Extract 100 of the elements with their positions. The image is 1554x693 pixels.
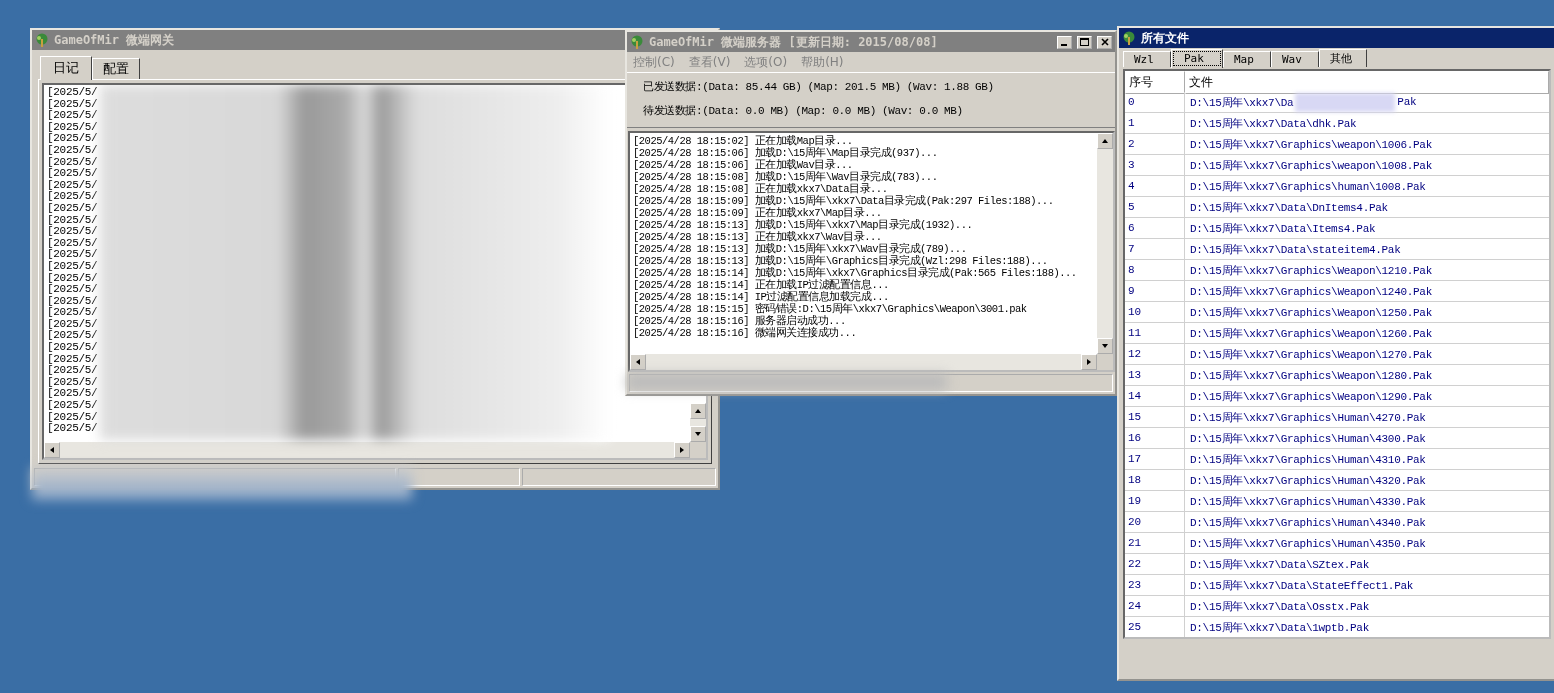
tab[interactable]: Map [1223, 51, 1271, 67]
tab[interactable]: Wav [1271, 51, 1319, 67]
table-cell: 12 [1125, 344, 1185, 364]
file-path: D:\15周年\xkx7\Graphics\Weapon\1240.Pak [1190, 284, 1432, 299]
log-line: [2025/4/28 18:15:13] 加载D:\15周年\xkx7\Map目录完成(1932)... [633, 219, 973, 231]
app-icon [630, 34, 644, 50]
file-path: D:\15周年\xkx7\Data\Items4.Pak [1190, 221, 1376, 236]
table-cell: 19 [1125, 491, 1185, 511]
log-line: [2025/4/28 18:15:13] 正在加载xkx7\Wav目录... [633, 231, 882, 243]
file-path: D:\15周年\xkx7\Graphics\Weapon\1250.Pak [1190, 305, 1432, 320]
file-path: D:\15周年\xkx7\Graphics\Weapon\1270.Pak [1190, 347, 1432, 362]
file-row[interactable]: 8 D:\15周年\xkx7\Graphics\Weapon\1210.Pak [1125, 260, 1549, 281]
file-row[interactable]: 13 D:\15周年\xkx7\Graphics\Weapon\1280.Pak [1125, 365, 1549, 386]
horizontal-scrollbar[interactable] [44, 442, 690, 458]
log-line: [2025/4/28 18:15:13] 加载D:\15周年\Graphics目录完成(Wzl:298 Files:188)... [633, 255, 1048, 267]
file-row[interactable]: 20 D:\15周年\xkx7\Graphics\Human\4340.Pak [1125, 512, 1549, 533]
log-line: [2025/5/ [47, 295, 98, 307]
tab[interactable]: 其他 [1319, 49, 1367, 67]
window-title: GameOfMir 微端网关 [54, 31, 175, 49]
file-row[interactable]: 2 D:\15周年\xkx7\Graphics\weapon\1006.Pak [1125, 134, 1549, 155]
file-path: D:\15周年\xkx7\Graphics\Weapon\1210.Pak [1190, 263, 1432, 278]
file-row[interactable]: 22 D:\15周年\xkx7\Data\SZtex.Pak [1125, 554, 1549, 575]
column-header[interactable]: 文件 [1185, 71, 1549, 94]
log-line: [2025/5/ [47, 388, 98, 400]
close-button[interactable] [1097, 35, 1112, 49]
file-path: D:\15周年\xkx7\Graphics\Weapon\1290.Pak [1190, 389, 1432, 404]
file-row[interactable]: 23 D:\15周年\xkx7\Data\StateEffect1.Pak [1125, 575, 1549, 596]
log-line: [2025/5/ [47, 318, 98, 331]
table-cell: 10 [1125, 302, 1185, 322]
file-row[interactable]: 15 D:\15周年\xkx7\Graphics\Human\4270.Pak [1125, 407, 1549, 428]
log-line: [2025/5/ [47, 376, 98, 389]
column-header[interactable]: 序号 [1125, 71, 1185, 94]
file-path: D:\15周年\xkx7\Da [1190, 95, 1294, 110]
file-row[interactable]: 6 D:\15周年\xkx7\Data\Items4.Pak [1125, 218, 1549, 239]
table-cell: 2 [1125, 134, 1185, 154]
log-line: [2025/5/ [47, 133, 98, 145]
file-row[interactable]: 4 D:\15周年\xkx7\Graphics\human\1008.Pak [1125, 176, 1549, 197]
table-cell: 9 [1125, 281, 1185, 301]
file-row[interactable]: 9 D:\15周年\xkx7\Graphics\Weapon\1240.Pak [1125, 281, 1549, 302]
maximize-button[interactable] [1077, 35, 1092, 49]
tab[interactable]: Wzl [1123, 51, 1171, 67]
file-path: D:\15周年\xkx7\Graphics\Human\4300.Pak [1190, 431, 1426, 446]
file-path: D:\15周年\xkx7\Graphics\Weapon\1260.Pak [1190, 326, 1432, 341]
log-line: [2025/4/28 18:15:06] 正在加载Wav目录... [633, 159, 853, 171]
stats-text: 已发送数据:(Data: 85.44 GB) (Map: 201.5 MB) (Wav: 1.88 GB) [643, 80, 995, 94]
file-path: D:\15周年\xkx7\Graphics\Weapon\1280.Pak [1190, 368, 1432, 383]
log-line: [2025/5/ [47, 237, 98, 249]
log-line: [2025/4/28 18:15:14] 正在加载IP过滤配置信息... [633, 279, 889, 291]
file-path: D:\15周年\xkx7\Data\stateitem4.Pak [1190, 242, 1401, 257]
tab[interactable]: 日记 [40, 56, 92, 80]
vertical-scrollbar[interactable] [1097, 133, 1113, 354]
file-row[interactable]: 7 D:\15周年\xkx7\Data\stateitem4.Pak [1125, 239, 1549, 260]
log-line: [2025/5/ [47, 272, 98, 284]
file-path: D:\15周年\xkx7\Graphics\Human\4340.Pak [1190, 515, 1426, 530]
file-row[interactable]: 3 D:\15周年\xkx7\Graphics\weapon\1008.Pak [1125, 155, 1549, 176]
table-cell: 4 [1125, 176, 1185, 196]
horizontal-scrollbar[interactable] [630, 354, 1097, 370]
log-line: [2025/5/ [47, 307, 98, 319]
file-row[interactable]: 17 D:\15周年\xkx7\Graphics\Human\4310.Pak [1125, 449, 1549, 470]
file-row[interactable]: 10 D:\15周年\xkx7\Graphics\Weapon\1250.Pak [1125, 302, 1549, 323]
table-cell: 6 [1125, 218, 1185, 238]
file-path: Pak [1397, 96, 1417, 108]
file-row[interactable]: 1 D:\15周年\xkx7\Data\dhk.Pak [1125, 113, 1549, 134]
tab[interactable]: Pak [1171, 49, 1223, 68]
window-title: GameOfMir 微端服务器 [更新日期: 2015/08/08] [649, 33, 938, 51]
log-line: [2025/5/ [47, 214, 98, 226]
file-path: D:\15周年\xkx7\Graphics\weapon\1008.Pak [1190, 158, 1432, 173]
tab[interactable]: 配置 [92, 58, 140, 79]
file-row[interactable]: 14 D:\15周年\xkx7\Graphics\Weapon\1290.Pak [1125, 386, 1549, 407]
table-cell: 3 [1125, 155, 1185, 175]
app-icon [35, 32, 49, 48]
file-path: D:\15周年\xkx7\Data\dhk.Pak [1190, 116, 1357, 131]
log-line: [2025/5/ [47, 249, 98, 261]
file-row[interactable]: 19 D:\15周年\xkx7\Graphics\Human\4330.Pak [1125, 491, 1549, 512]
log-line: [2025/5/ [47, 411, 98, 423]
minimize-button[interactable] [1057, 35, 1072, 49]
vertical-scrollbar[interactable] [690, 403, 706, 442]
log-line: [2025/5/ [47, 423, 98, 435]
file-row[interactable]: 21 D:\15周年\xkx7\Graphics\Human\4350.Pak [1125, 533, 1549, 554]
app-icon [1122, 30, 1136, 46]
file-row[interactable]: 25 D:\15周年\xkx7\Data\1wptb.Pak [1125, 617, 1549, 637]
table-cell: 21 [1125, 533, 1185, 553]
file-row[interactable]: 18 D:\15周年\xkx7\Graphics\Human\4320.Pak [1125, 470, 1549, 491]
file-row[interactable]: 0 D:\15周年\xkx7\Da Pak [1125, 92, 1549, 113]
table-cell: 11 [1125, 323, 1185, 343]
file-row[interactable]: 24 D:\15周年\xkx7\Data\Osstx.Pak [1125, 596, 1549, 617]
log-line: [2025/4/28 18:15:08] 加载D:\15周年\Wav目录完成(783)... [633, 171, 938, 183]
table-cell: 14 [1125, 386, 1185, 406]
table-cell: 16 [1125, 428, 1185, 448]
log-line: [2025/5/ [47, 110, 98, 122]
log-line: [2025/4/28 18:15:02] 正在加载Map目录... [633, 135, 853, 147]
log-line: [2025/5/ [47, 342, 98, 354]
log-line: [2025/5/ [47, 284, 98, 296]
file-row[interactable]: 12 D:\15周年\xkx7\Graphics\Weapon\1270.Pak [1125, 344, 1549, 365]
file-path: D:\15周年\xkx7\Data\StateEffect1.Pak [1190, 578, 1414, 593]
file-row[interactable]: 5 D:\15周年\xkx7\Data\DnItems4.Pak [1125, 197, 1549, 218]
file-row[interactable]: 11 D:\15周年\xkx7\Graphics\Weapon\1260.Pak [1125, 323, 1549, 344]
file-row[interactable]: 16 D:\15周年\xkx7\Graphics\Human\4300.Pak [1125, 428, 1549, 449]
log-line: [2025/4/28 18:15:14] IP过滤配置信息加载完成... [633, 291, 889, 303]
log-line: [2025/5/ [47, 121, 98, 134]
